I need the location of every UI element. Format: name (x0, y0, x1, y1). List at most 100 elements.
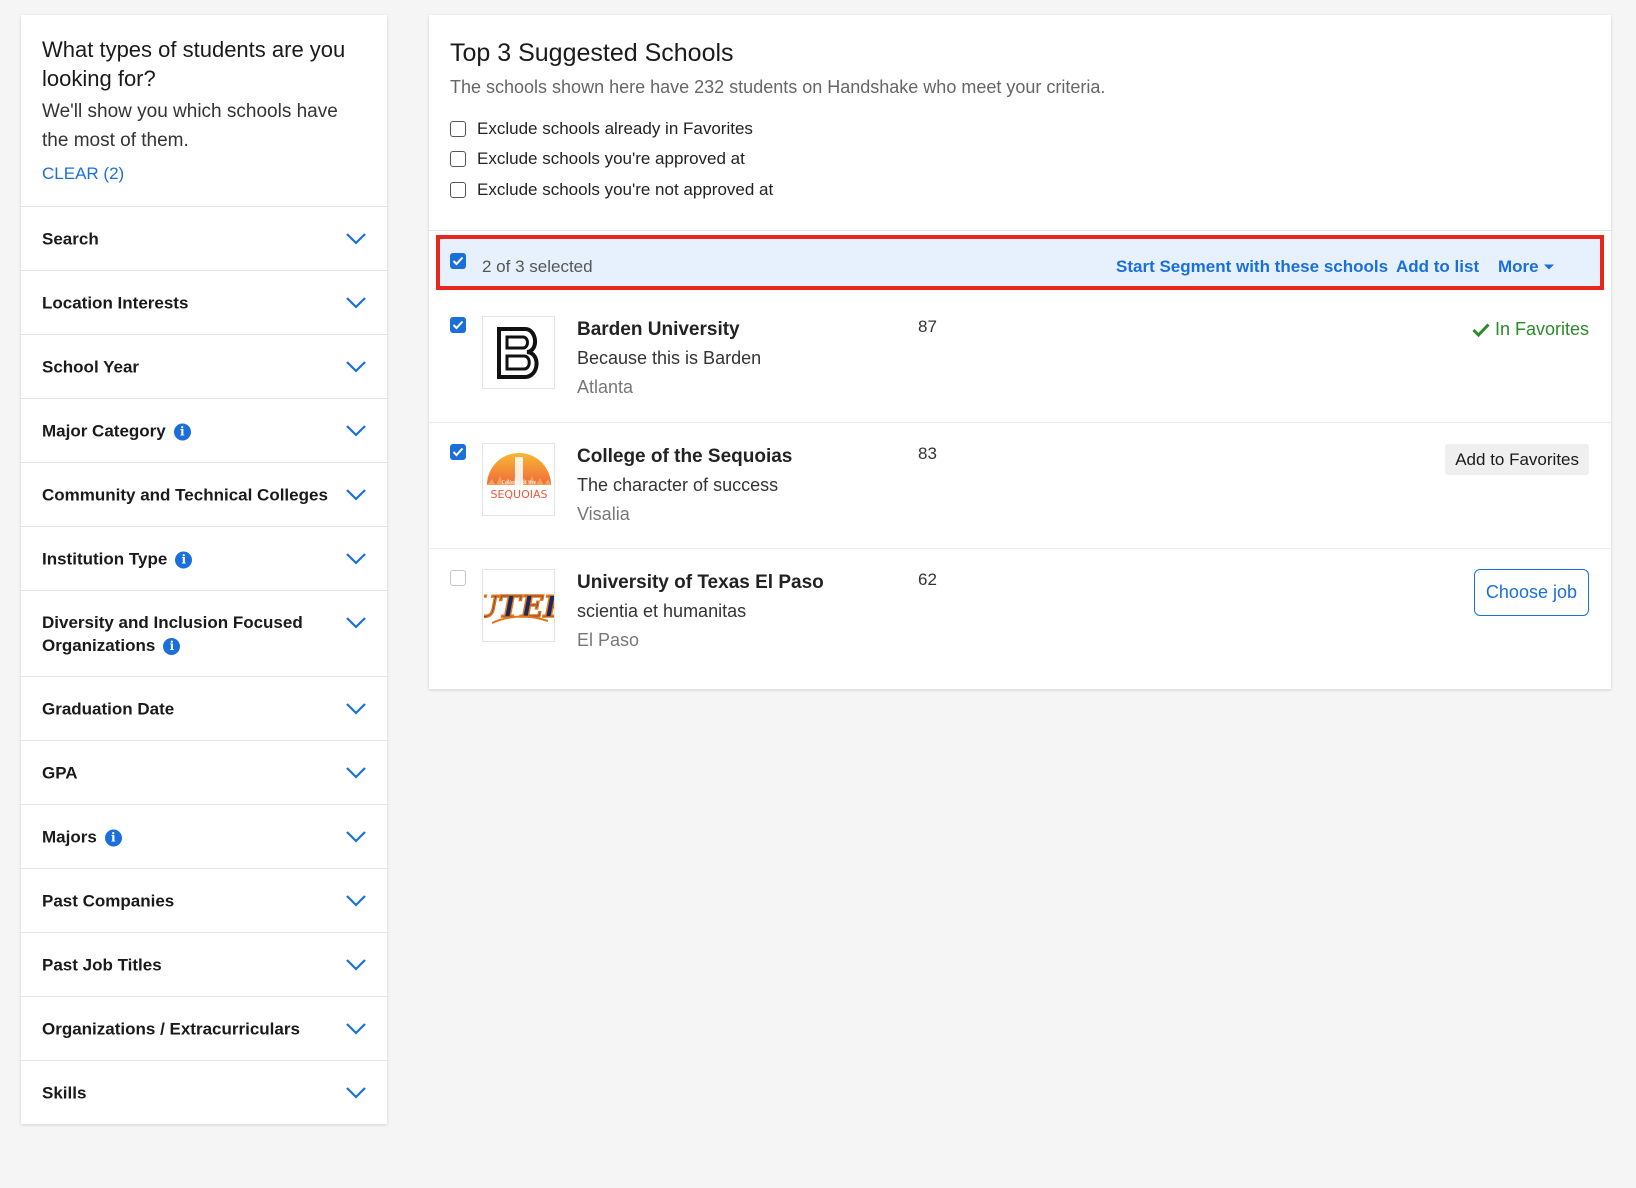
exclude-favorites-option[interactable]: Exclude schools already in Favorites (450, 119, 753, 139)
results-description: The schools shown here have 232 students… (450, 77, 1106, 97)
add-to-list-link[interactable]: Add to list (1396, 257, 1479, 277)
chevron-down-icon[interactable] (345, 552, 367, 566)
filter-label: Community and Technical Colleges (42, 485, 328, 504)
filter-organizations-extracurriculars[interactable]: Organizations / Extracurriculars (21, 996, 387, 1060)
suggested-schools-panel: Top 3 Suggested Schools The schools show… (429, 15, 1611, 689)
info-icon[interactable]: i (175, 551, 193, 568)
filter-diversity-inclusion[interactable]: Diversity and Inclusion Focused Organiza… (21, 590, 387, 676)
bulk-selection-bar: 2 of 3 selected Start Segment with these… (436, 235, 1604, 290)
filter-label: Skills (42, 1083, 87, 1102)
divider (429, 230, 1611, 231)
caret-down-icon (1543, 264, 1554, 270)
in-favorites-status: In Favorites (1472, 319, 1589, 340)
school-name[interactable]: Barden University (577, 319, 740, 341)
filter-past-companies[interactable]: Past Companies (21, 868, 387, 932)
filter-search[interactable]: Search (21, 206, 387, 270)
more-label: More (1498, 257, 1539, 276)
chevron-down-icon[interactable] (345, 958, 367, 972)
filter-label: School Year (42, 357, 140, 376)
filter-past-job-titles[interactable]: Past Job Titles (21, 932, 387, 996)
filter-label: Graduation Date (42, 699, 175, 718)
filter-label: Majors (42, 827, 97, 846)
filter-label: Institution Type (42, 549, 168, 568)
filter-label: Search (42, 229, 99, 248)
exclude-favorites-label: Exclude schools already in Favorites (477, 119, 753, 138)
exclude-approved-label: Exclude schools you're approved at (477, 149, 745, 168)
school-row: UTEP University of Texas El Paso scienti… (429, 548, 1611, 674)
chevron-down-icon[interactable] (345, 296, 367, 310)
in-favorites-label: In Favorites (1494, 319, 1589, 339)
filter-skills[interactable]: Skills (21, 1060, 387, 1124)
filter-school-year[interactable]: School Year (21, 334, 387, 398)
start-segment-link[interactable]: Start Segment with these schools (1116, 257, 1388, 277)
filter-location-interests[interactable]: Location Interests (21, 270, 387, 334)
select-all-checkbox[interactable] (450, 253, 466, 269)
checkmark-icon (452, 447, 464, 457)
exclude-not-approved-checkbox[interactable] (450, 182, 466, 198)
chevron-down-icon[interactable] (345, 1022, 367, 1036)
filter-label: Past Companies (42, 891, 175, 910)
svg-text:College of the: College of the (501, 480, 536, 486)
more-menu-button[interactable]: More (1498, 257, 1555, 277)
info-icon[interactable]: i (104, 829, 122, 846)
filter-label: GPA (42, 763, 78, 782)
school-logo: UTEP (482, 569, 555, 642)
chevron-down-icon[interactable] (345, 360, 367, 374)
school-checkbox[interactable] (450, 444, 466, 460)
selection-count: 2 of 3 selected (482, 257, 593, 276)
exclude-not-approved-label: Exclude schools you're not approved at (477, 180, 774, 199)
check-icon (1472, 322, 1490, 337)
choose-job-button[interactable]: Choose job (1473, 569, 1589, 616)
chevron-down-icon[interactable] (345, 830, 367, 844)
page-title: Top 3 Suggested Schools (450, 39, 734, 67)
school-name[interactable]: University of Texas El Paso (577, 572, 824, 594)
chevron-down-icon[interactable] (345, 488, 367, 502)
school-checkbox[interactable] (450, 317, 466, 333)
student-count: 87 (918, 317, 937, 336)
filter-label: Organizations / Extracurriculars (42, 1019, 300, 1038)
school-city: Visalia (577, 504, 630, 524)
sidebar-subtitle: We'll show you which schools have the mo… (42, 101, 338, 151)
chevron-down-icon[interactable] (345, 766, 367, 780)
school-row: College of the SEQUOIAS College of the S… (429, 422, 1611, 548)
exclude-approved-option[interactable]: Exclude schools you're approved at (450, 149, 745, 169)
exclude-not-approved-option[interactable]: Exclude schools you're not approved at (450, 180, 773, 200)
school-tagline: scientia et humanitas (577, 601, 747, 621)
filter-label: Location Interests (42, 293, 189, 312)
filter-graduation-date[interactable]: Graduation Date (21, 676, 387, 740)
checkmark-icon (452, 320, 464, 330)
school-city: Atlanta (577, 377, 634, 397)
clear-filters-link[interactable]: CLEAR (2) (42, 164, 124, 184)
exclude-approved-checkbox[interactable] (450, 151, 466, 167)
chevron-down-icon[interactable] (345, 1086, 367, 1100)
student-count: 62 (918, 570, 937, 589)
school-logo: College of the SEQUOIAS (482, 443, 555, 516)
filter-majors[interactable]: Majors i (21, 804, 387, 868)
info-icon[interactable]: i (173, 423, 191, 440)
chevron-down-icon[interactable] (345, 424, 367, 438)
filter-major-category[interactable]: Major Category i (21, 398, 387, 462)
sidebar-header: What types of students are you looking f… (21, 15, 387, 206)
school-name[interactable]: College of the Sequoias (577, 446, 792, 468)
chevron-down-icon[interactable] (345, 616, 367, 630)
exclude-favorites-checkbox[interactable] (450, 121, 466, 137)
school-tagline: The character of success (577, 475, 779, 495)
school-tagline: Because this is Barden (577, 348, 762, 368)
filter-label: Major Category (42, 421, 166, 440)
student-count: 83 (918, 444, 937, 463)
info-icon[interactable]: i (163, 637, 181, 655)
school-city: El Paso (577, 630, 640, 650)
school-row: Barden University Because this is Barden… (429, 295, 1611, 421)
add-to-favorites-button[interactable]: Add to Favorites (1445, 444, 1589, 475)
filter-label: Past Job Titles (42, 955, 162, 974)
school-logo (482, 316, 555, 389)
chevron-down-icon[interactable] (345, 702, 367, 716)
chevron-down-icon[interactable] (345, 894, 367, 908)
filters-sidebar: What types of students are you looking f… (21, 15, 387, 1124)
chevron-down-icon[interactable] (345, 232, 367, 246)
filter-institution-type[interactable]: Institution Type i (21, 526, 387, 590)
filter-gpa[interactable]: GPA (21, 740, 387, 804)
filter-community-technical-colleges[interactable]: Community and Technical Colleges (21, 462, 387, 526)
school-checkbox[interactable] (450, 570, 466, 586)
barden-logo-icon (496, 326, 538, 379)
